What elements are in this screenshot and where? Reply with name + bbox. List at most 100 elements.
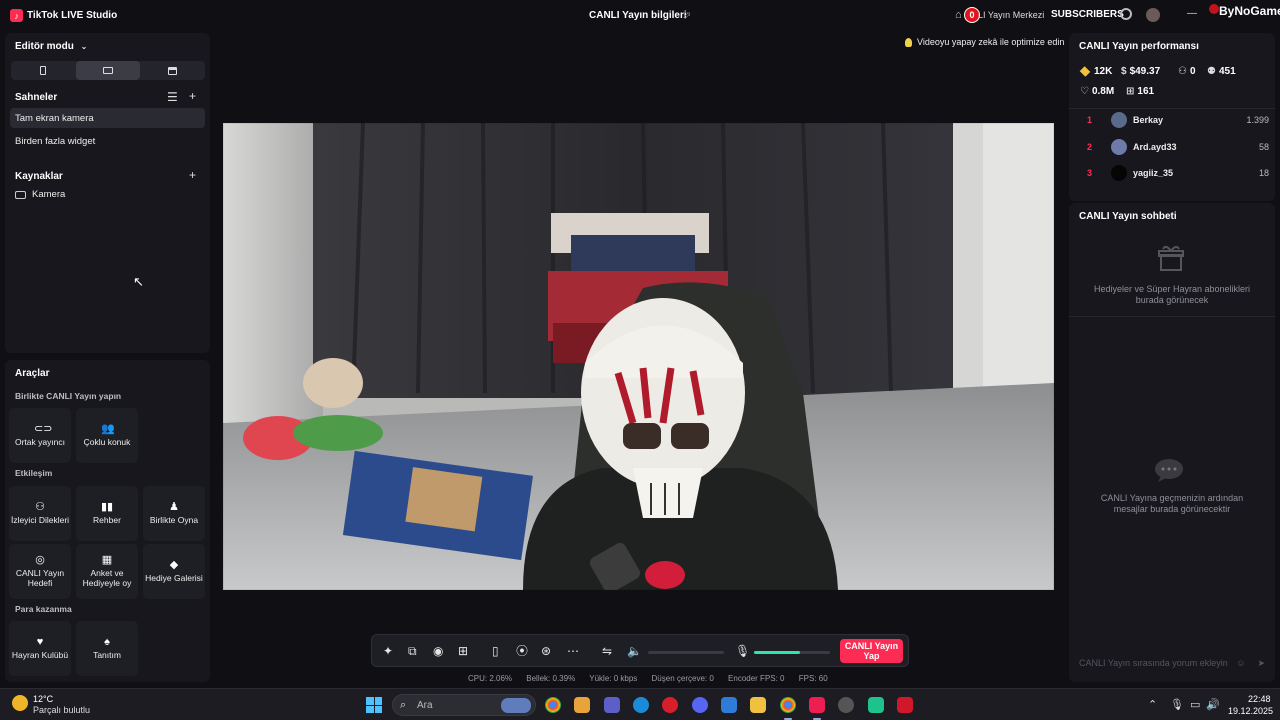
teams-icon[interactable] — [604, 697, 620, 713]
clock-time[interactable]: 22:48 — [1248, 694, 1271, 704]
windows-start-icon[interactable] — [366, 697, 382, 713]
heart-icon: ♥ — [36, 635, 44, 648]
weather-sun-cloud-icon[interactable] — [12, 695, 28, 711]
list-icon[interactable]: ☰ — [167, 90, 178, 104]
stream-info-button[interactable]: CANLI Yayın bilgileri — [589, 10, 687, 21]
camera-switch-icon[interactable]: ⊛ — [541, 644, 551, 658]
go-live-button[interactable]: CANLI Yayın Yap — [840, 639, 903, 663]
record-icon[interactable]: ⦿ — [516, 644, 528, 658]
weather-temperature[interactable]: 12°C — [33, 694, 53, 704]
promote-label: Tanıtım — [93, 649, 121, 660]
poll-button[interactable]: ▦ Anket ve Hediyeyle oy — [76, 544, 138, 599]
chrome-icon[interactable] — [545, 697, 561, 713]
add-media-icon[interactable]: ⊞ — [458, 644, 468, 658]
file-explorer-icon[interactable] — [750, 697, 766, 713]
performance-panel: CANLI Yayın performansı 12K $ $49.37 ⚇ 0 ⚉… — [1069, 33, 1275, 201]
gifts-stat: ⊞ 161 — [1126, 86, 1154, 97]
audio-settings-icon[interactable]: ⇋ — [602, 644, 612, 658]
taskbar-search[interactable]: ⌕ Ara — [392, 694, 536, 716]
rank-number: 2 — [1087, 142, 1093, 152]
store-icon[interactable] — [574, 697, 590, 713]
chevron-up-icon[interactable]: ⌃ — [1148, 698, 1157, 711]
live-center-link[interactable]: LI Yayın Merkezi — [978, 10, 1044, 20]
avatar — [1111, 165, 1127, 181]
scene-item-fullscreen-camera[interactable]: Tam ekran kamera — [10, 108, 205, 128]
obs-icon[interactable] — [838, 697, 854, 713]
game-app-icon[interactable] — [868, 697, 884, 713]
editor-mode-label: Editör modu — [15, 41, 74, 52]
heart-outline-icon: ♡ — [1080, 86, 1089, 97]
app-title: TikTok LIVE Studio — [27, 10, 118, 21]
fps-stat: FPS: 60 — [798, 674, 828, 683]
new-followers-stat: ⚇ 0 — [1178, 66, 1196, 77]
ranking-row[interactable]: 1 Berkay 1.399 — [1079, 111, 1269, 129]
rank-score: 1.399 — [1246, 115, 1269, 125]
emoji-icon[interactable]: ☺ — [1236, 658, 1245, 668]
diamond-icon — [1079, 66, 1091, 77]
microphone-icon[interactable]: 🎙 — [735, 644, 750, 658]
speaker-volume-slider[interactable] — [648, 651, 724, 654]
gift-gallery-button[interactable]: ◆ Hediye Galerisi — [143, 544, 205, 599]
display-icon[interactable]: ▭ — [1190, 698, 1200, 711]
discord-icon[interactable] — [692, 697, 708, 713]
cohost-button[interactable]: ⊂⊃ Ortak yayıncı — [9, 408, 71, 463]
magic-wand-icon[interactable]: ✦ — [383, 644, 393, 658]
book-icon: ▮▮ — [101, 500, 114, 513]
portrait-mode-button[interactable] — [11, 61, 76, 80]
dual-mode-button[interactable] — [140, 61, 205, 80]
more-options-icon[interactable]: ⋯ — [567, 644, 579, 658]
add-source-plus-icon[interactable]: + — [189, 168, 196, 182]
mouse-cursor-icon: ↖ — [133, 274, 144, 289]
play-together-button[interactable]: ♟ Birlikte Oyna — [143, 486, 205, 541]
ranking-row[interactable]: 2 Ard.ayd33 58 — [1079, 138, 1269, 156]
scene-item-multi-widget[interactable]: Birden fazla widget — [10, 131, 205, 151]
fan-club-button[interactable]: ♥ Hayran Kulübü — [9, 621, 71, 676]
ai-optimize-hint[interactable]: Videoyu yapay zekâ ile optimize edin — [905, 34, 1064, 50]
source-label: Kamera — [32, 189, 66, 200]
opera-icon[interactable] — [662, 697, 678, 713]
chat-panel: CANLI Yayın sohbeti Hediyeler ve Süper H… — [1069, 203, 1275, 682]
viewer-requests-button[interactable]: ⚇ İzleyici Dilekleri — [9, 486, 71, 541]
add-effect-icon[interactable]: ⧉ — [408, 644, 417, 658]
lightbulb-icon — [905, 37, 912, 47]
gift-gallery-icon: ◆ — [169, 558, 179, 571]
poll-icon: ▦ — [101, 554, 113, 567]
guide-label: Rehber — [93, 514, 121, 525]
phone-icon[interactable]: ▯ — [492, 644, 499, 658]
microphone-tray-icon[interactable]: 🎙 — [1170, 698, 1184, 711]
settings-gear-icon[interactable] — [1120, 8, 1132, 20]
cpu-stat: CPU: 2.06% — [468, 674, 513, 683]
weather-description[interactable]: Parçalı bulutlu — [33, 705, 90, 715]
promote-button[interactable]: ♠ Tanıtım — [76, 621, 138, 676]
share-icon[interactable]: ⇗ — [682, 9, 691, 22]
link-icon: ⊂⊃ — [34, 422, 53, 435]
fan-club-label: Hayran Kulübü — [11, 649, 69, 660]
tiktok-studio-icon[interactable] — [809, 697, 825, 713]
edge-icon[interactable] — [633, 697, 649, 713]
send-icon[interactable]: ➤ — [1257, 658, 1265, 669]
guide-button[interactable]: ▮▮ Rehber — [76, 486, 138, 541]
followers-icon: ⚇ — [1178, 66, 1187, 77]
ranking-row[interactable]: 3 yagiiz_35 18 — [1079, 164, 1269, 182]
clock-date[interactable]: 19.12.2025 — [1228, 706, 1273, 716]
title-bar: ♪ TikTok LIVE Studio CANLI Yayın bilgile… — [0, 0, 1280, 32]
multiguest-button[interactable]: 👥 Çoklu konuk — [76, 408, 138, 463]
minimize-button[interactable]: — — [1187, 8, 1197, 19]
live-goal-button[interactable]: ◎ CANLI Yayın Hedefi — [9, 544, 71, 599]
divider — [1069, 108, 1275, 109]
landscape-mode-button[interactable] — [75, 61, 141, 80]
chat-input[interactable]: CANLI Yayın sırasında yorum ekleyin ☺ ➤ — [1079, 655, 1265, 671]
target-icon: ◎ — [35, 554, 45, 567]
volume-icon[interactable]: 🔊 — [1206, 698, 1220, 711]
chrome-profile-icon[interactable] — [780, 697, 796, 713]
ai-icon[interactable]: ◉ — [433, 644, 443, 658]
mic-volume-slider[interactable] — [754, 651, 830, 654]
mail-icon[interactable] — [721, 697, 737, 713]
user-avatar[interactable] — [1146, 8, 1160, 22]
source-item-camera[interactable]: Kamera — [15, 189, 65, 200]
speaker-icon[interactable]: 🔈 — [627, 644, 642, 658]
home-icon[interactable]: ⌂ — [955, 9, 962, 21]
media-player-icon[interactable] — [897, 697, 913, 713]
add-scene-plus-icon[interactable]: + — [189, 89, 196, 103]
editor-mode-dropdown[interactable]: Editör modu ⌄ — [15, 41, 87, 52]
